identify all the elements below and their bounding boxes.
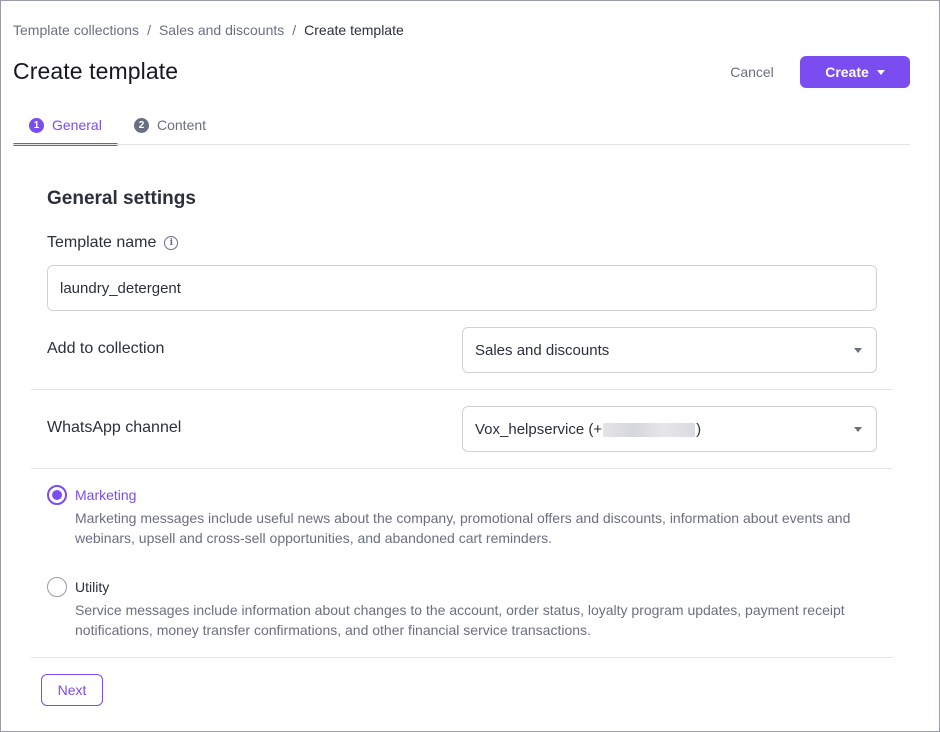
create-button[interactable]: Create (800, 56, 910, 88)
breadcrumb: Template collections / Sales and discoun… (13, 22, 404, 38)
page-title: Create template (13, 58, 179, 84)
divider (31, 468, 893, 469)
marketing-radio-label[interactable]: Marketing (75, 487, 136, 503)
breadcrumb-separator: / (292, 22, 297, 38)
template-name-label: Template name i (47, 234, 179, 252)
utility-radio[interactable] (47, 577, 67, 597)
redacted-phone-number (603, 422, 696, 437)
channel-suffix: ) (696, 420, 702, 438)
divider (31, 389, 893, 390)
whatsapp-channel-select[interactable]: Vox_helpservice (+) (462, 406, 877, 452)
step-number-badge: 2 (134, 117, 149, 133)
channel-name: Vox_helpservice (+ (475, 420, 603, 438)
chevron-down-icon (854, 426, 862, 432)
tab-general[interactable]: 1 General (13, 105, 118, 146)
tab-content[interactable]: 2 Content (118, 105, 222, 145)
collection-label: Add to collection (47, 340, 165, 357)
utility-description: Service messages include information abo… (75, 602, 845, 638)
breadcrumb-template-collections[interactable]: Template collections (13, 22, 139, 38)
template-name-label-text: Template name (47, 234, 157, 251)
section-title: General settings (47, 188, 196, 209)
tab-label: General (52, 117, 102, 133)
template-name-input[interactable] (47, 265, 877, 311)
chevron-down-icon (876, 69, 885, 75)
divider (31, 657, 893, 658)
marketing-radio[interactable] (47, 485, 67, 505)
next-button[interactable]: Next (41, 674, 103, 706)
step-tabs: 1 General 2 Content (13, 105, 222, 146)
step-number-badge: 1 (29, 117, 44, 133)
collection-select-value: Sales and discounts (475, 341, 610, 359)
create-button-label: Create (825, 64, 869, 80)
utility-radio-label[interactable]: Utility (75, 579, 109, 595)
breadcrumb-sales-and-discounts[interactable]: Sales and discounts (159, 22, 284, 38)
tab-label: Content (157, 117, 207, 133)
info-icon[interactable]: i (164, 236, 179, 250)
breadcrumb-separator: / (147, 22, 151, 38)
cancel-button[interactable]: Cancel (716, 56, 788, 88)
whatsapp-channel-select-value: Vox_helpservice (+) (475, 421, 701, 438)
collection-select[interactable]: Sales and discounts (462, 327, 877, 373)
marketing-description: Marketing messages include useful news a… (75, 510, 851, 546)
tabs-divider (13, 144, 910, 145)
breadcrumb-current: Create template (304, 22, 404, 38)
whatsapp-channel-label: WhatsApp channel (47, 419, 182, 436)
chevron-down-icon (854, 347, 862, 353)
